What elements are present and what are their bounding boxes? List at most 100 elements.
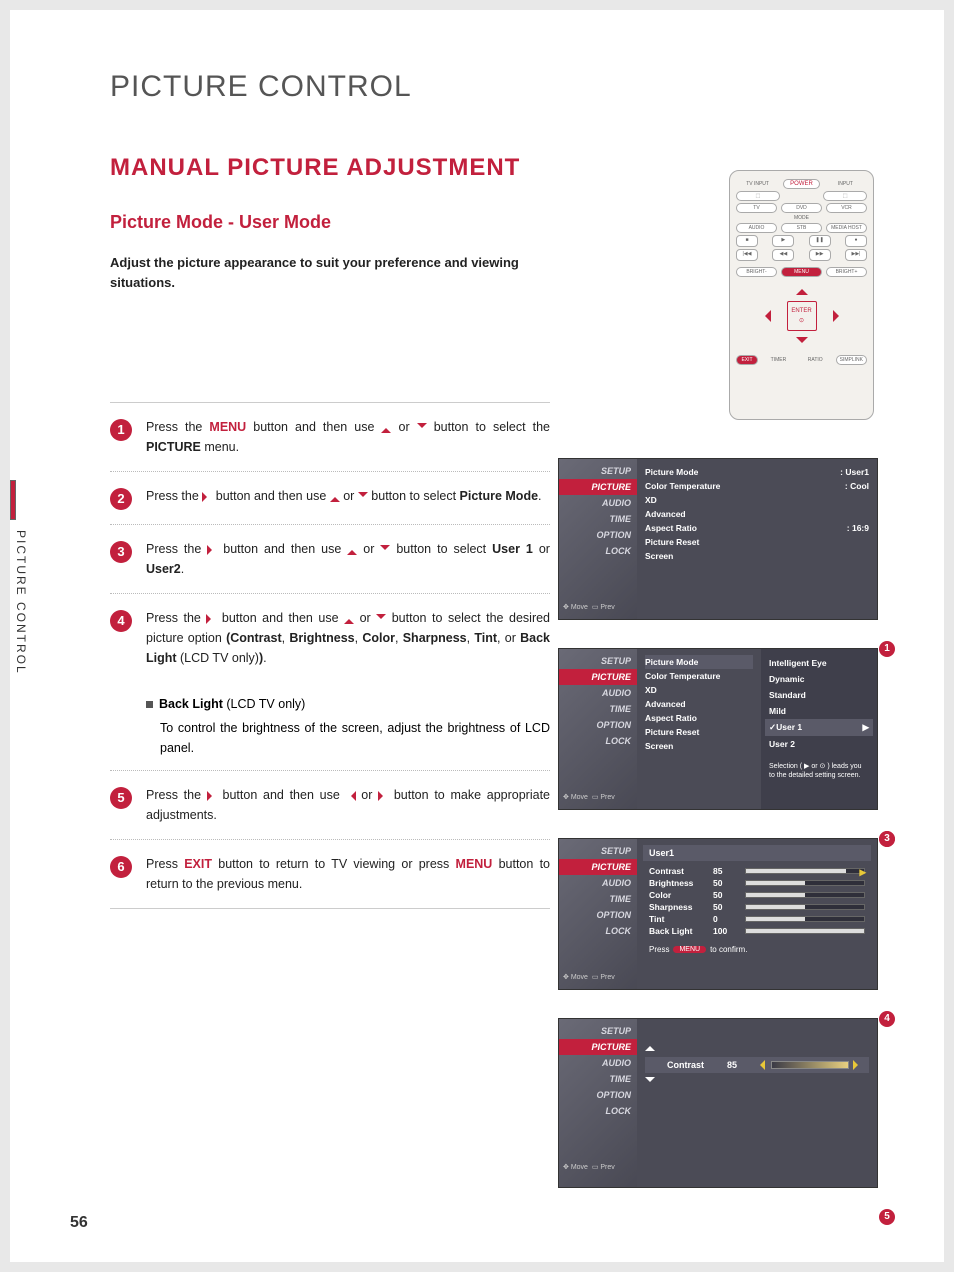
exit-keyword: EXIT — [184, 857, 212, 871]
dvd-mode-button[interactable]: DVD — [781, 203, 822, 213]
dpad-up-icon[interactable] — [796, 283, 808, 295]
osd-setting-row: Sharpness50 — [643, 901, 871, 913]
osd-row: XD — [645, 683, 753, 697]
bright-minus-button[interactable]: BRIGHT- — [736, 267, 777, 277]
step-4: 4 Press the button and then use or butto… — [110, 594, 550, 682]
menu-pill-icon: MENU — [673, 946, 706, 953]
up-icon — [645, 1041, 655, 1051]
play-button[interactable]: ▶ — [772, 235, 794, 247]
menu-keyword: MENU — [209, 420, 246, 434]
input-label: INPUT — [824, 181, 867, 187]
osd-contrast-adjust: Contrast 85 — [637, 1019, 877, 1187]
osd-ref-badge-3: 3 — [879, 831, 895, 847]
record-button[interactable]: ● — [845, 235, 867, 247]
enter-button[interactable]: ENTER⊙ — [787, 301, 817, 331]
step-badge-5: 5 — [110, 787, 132, 809]
osd-submenu-selected: ✓User 1▶ — [765, 719, 873, 736]
stb-mode-button[interactable]: STB — [781, 223, 822, 233]
side-tab-text: PICTURE CONTROL — [14, 530, 28, 675]
exit-button[interactable]: EXIT — [736, 355, 758, 365]
dpad-right-icon[interactable] — [833, 310, 845, 322]
remote-illustration: TV INPUT POWER INPUT ⬚ ⬚ TV DVD VCR MODE… — [729, 170, 874, 420]
tv-input-button[interactable]: ⬚ — [736, 191, 780, 201]
right-icon — [202, 492, 212, 502]
step-2: 2 Press the button and then use or butto… — [110, 472, 550, 525]
step-badge-3: 3 — [110, 541, 132, 563]
menu-keyword: MENU — [456, 857, 493, 871]
stop-button[interactable]: ■ — [736, 235, 758, 247]
osd-row: Screen — [645, 739, 753, 753]
bright-plus-button[interactable]: BRIGHT+ — [826, 267, 867, 277]
step-5: 5 Press the button and then use or butto… — [110, 771, 550, 840]
left-arrow-icon — [755, 1060, 765, 1070]
step-3: 3 Press the button and then use or butto… — [110, 525, 550, 594]
simplink-button[interactable]: SIMPLINK — [836, 355, 867, 365]
osd-side-time: TIME — [559, 511, 637, 527]
osd-row: XD — [645, 493, 869, 507]
osd-side-picture: PICTURE — [559, 479, 637, 495]
osd-main-left: Picture ModeColor TemperatureXDAdvancedA… — [637, 649, 761, 809]
osd-setting-row: Back Light100 — [643, 925, 871, 937]
osd-settings: User1 Contrast85▶Brightness50Color50Shar… — [637, 839, 877, 989]
input-button[interactable]: ⬚ — [823, 191, 867, 201]
osd-setting-row: Color50 — [643, 889, 871, 901]
step-1: 1 Press the MENU button and then use or … — [110, 402, 550, 472]
steps-list-2: 5 Press the button and then use or butto… — [110, 771, 550, 909]
rewind-button[interactable]: ◀◀ — [772, 249, 794, 261]
dpad-down-icon[interactable] — [796, 337, 808, 349]
power-button[interactable]: POWER — [783, 179, 820, 189]
right-icon — [207, 545, 217, 555]
up-icon — [347, 545, 357, 555]
tv-mode-button[interactable]: TV — [736, 203, 777, 213]
right-icon — [378, 791, 388, 801]
up-icon — [344, 614, 354, 624]
down-icon — [417, 423, 427, 433]
osd-panel-3: SETUP PICTURE AUDIO TIME OPTION LOCK ✥ M… — [558, 838, 878, 990]
step-badge-4: 4 — [110, 610, 132, 632]
osd-sidebar: SETUP PICTURE AUDIO TIME OPTION LOCK ✥ M… — [559, 649, 637, 809]
right-icon — [207, 791, 217, 801]
ratio-label: RATIO — [799, 357, 832, 363]
dpad-left-icon[interactable] — [759, 310, 771, 322]
audio-mode-button[interactable]: AUDIO — [736, 223, 777, 233]
right-arrow-icon — [853, 1060, 863, 1070]
osd-ref-badge-1: 1 — [879, 641, 895, 657]
osd-row: Picture Mode: User1 — [645, 465, 869, 479]
osd-submenu: Intelligent Eye Dynamic Standard Mild ✓U… — [761, 649, 877, 809]
down-icon — [645, 1077, 655, 1087]
osd-panel-1: SETUP PICTURE AUDIO TIME OPTION LOCK ✥ M… — [558, 458, 878, 620]
osd-side-option: OPTION — [559, 527, 637, 543]
osd-side-setup: SETUP — [559, 463, 637, 479]
contrast-bar — [771, 1061, 849, 1069]
contrast-label: Contrast — [667, 1060, 723, 1070]
menu-button[interactable]: MENU — [781, 267, 822, 277]
forward-button[interactable]: ▶▶ — [809, 249, 831, 261]
dpad: ENTER⊙ — [757, 281, 847, 351]
osd-screenshots: SETUP PICTURE AUDIO TIME OPTION LOCK ✥ M… — [558, 458, 878, 1216]
side-tab-accent — [10, 480, 16, 520]
osd-setting-row: Tint0 — [643, 913, 871, 925]
pause-button[interactable]: ❚❚ — [809, 235, 831, 247]
prev-track-button[interactable]: |◀◀ — [736, 249, 758, 261]
square-bullet-icon — [146, 701, 153, 708]
left-icon — [346, 791, 356, 801]
osd-row: Picture Reset — [645, 535, 869, 549]
osd-sidebar: SETUP PICTURE AUDIO TIME OPTION LOCK ✥ M… — [559, 839, 637, 989]
backlight-note-body: To control the brightness of the screen,… — [146, 718, 550, 758]
timer-label: TIMER — [762, 357, 795, 363]
osd-row: Picture Reset — [645, 725, 753, 739]
mediahost-button[interactable]: MEDIA HOST — [826, 223, 867, 233]
osd-row: Advanced — [645, 507, 869, 521]
osd-row: Aspect Ratio — [645, 711, 753, 725]
backlight-note: Back Light (LCD TV only) To control the … — [110, 682, 550, 771]
osd-row: Picture Mode — [645, 655, 753, 669]
osd-foot-hint: ✥ Move ▭ Prev — [559, 599, 637, 615]
mode-label: MODE — [736, 215, 867, 221]
osd-side-lock: LOCK — [559, 543, 637, 559]
contrast-value: 85 — [727, 1060, 751, 1070]
osd-row: Color Temperature: Cool — [645, 479, 869, 493]
contrast-row: Contrast 85 — [645, 1057, 869, 1073]
steps-list: 1 Press the MENU button and then use or … — [110, 402, 550, 682]
next-track-button[interactable]: ▶▶| — [845, 249, 867, 261]
vcr-mode-button[interactable]: VCR — [826, 203, 867, 213]
